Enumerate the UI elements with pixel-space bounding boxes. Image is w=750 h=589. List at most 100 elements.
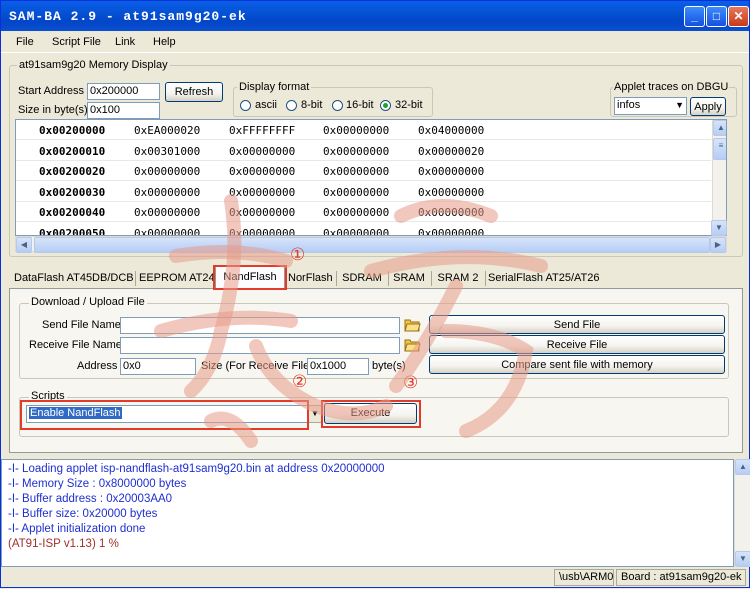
- tab-separator: [135, 271, 136, 286]
- row-value: 0x00000000: [134, 185, 201, 199]
- tab-sram[interactable]: SRAM: [391, 269, 427, 288]
- console-line: -I- Loading applet isp-nandflash-at91sam…: [8, 463, 385, 475]
- console-scroll-up-icon[interactable]: ▲: [735, 459, 750, 475]
- row-address: 0x00200010: [39, 144, 106, 158]
- refresh-button[interactable]: Refresh: [165, 82, 223, 102]
- address-input[interactable]: 0x0: [120, 358, 196, 375]
- row-value: 0x00000000: [134, 206, 201, 219]
- radio-16bit[interactable]: [332, 100, 343, 111]
- download-upload-label: Download / Upload File: [29, 296, 147, 308]
- scroll-h-thumb[interactable]: [34, 237, 710, 253]
- title-bar[interactable]: SAM-BA 2.9 - at91sam9g20-ek _ □ ✕: [1, 1, 749, 31]
- scripts-dropdown-arrow-icon[interactable]: ▼: [308, 405, 322, 423]
- tab-separator: [388, 271, 389, 286]
- menu-link[interactable]: Link: [115, 36, 135, 48]
- tab-eeprom[interactable]: EEPROM AT24: [139, 269, 215, 288]
- display-format-label: Display format: [237, 81, 312, 93]
- row-address: 0x00200000: [39, 124, 106, 137]
- radio-32bit-label: 32-bit: [395, 99, 423, 111]
- row-value: 0x00000000: [229, 226, 296, 236]
- row-value: 0x00000000: [323, 226, 390, 236]
- menu-file[interactable]: File: [16, 36, 34, 48]
- size-input[interactable]: 0x100: [87, 102, 160, 119]
- receive-file-input[interactable]: [120, 337, 400, 354]
- radio-ascii[interactable]: [240, 100, 251, 111]
- radio-16bit-label: 16-bit: [346, 99, 374, 111]
- tab-norflash[interactable]: NorFlash: [288, 269, 333, 288]
- row-address: 0x00200030: [39, 185, 106, 199]
- radio-ascii-label: ascii: [255, 99, 278, 111]
- table-row: 0x00200000 0xEA000020 0xFFFFFFFF 0x00000000…: [16, 120, 711, 140]
- console-line: -I- Buffer address : 0x20003AA0: [8, 493, 173, 505]
- tab-dataflash[interactable]: DataFlash AT45DB/DCB: [14, 269, 134, 288]
- tab-separator: [431, 271, 432, 286]
- radio-8bit[interactable]: [286, 100, 297, 111]
- table-row: 0x00200010 0x00301000 0x00000000 0x00000000…: [16, 141, 711, 161]
- start-address-label: Start Address :: [18, 85, 91, 97]
- annotation-box-2: [20, 400, 309, 430]
- sam-ba-window: SAM-BA 2.9 - at91sam9g20-ek _ □ ✕ File S…: [0, 0, 750, 588]
- row-value: 0x00000000: [323, 165, 390, 178]
- menu-bar: File Script File Link Help: [1, 31, 749, 53]
- applet-traces-value: infos: [617, 99, 641, 111]
- open-folder-icon[interactable]: [404, 316, 421, 333]
- row-address: 0x00200050: [39, 226, 106, 236]
- applet-traces-label: Applet traces on DBGU: [613, 81, 730, 93]
- annotation-number-2: ②: [292, 372, 308, 392]
- tab-sdram[interactable]: SDRAM: [340, 269, 384, 288]
- window-title: SAM-BA 2.9 - at91sam9g20-ek: [9, 9, 247, 24]
- row-value: 0x04000000: [418, 124, 485, 137]
- start-address-input[interactable]: 0x200000: [87, 83, 160, 100]
- table-row: 0x00200040 0x00000000 0x00000000 0x00000000…: [16, 202, 711, 222]
- send-file-button[interactable]: Send File: [429, 315, 725, 334]
- tab-serialflash[interactable]: SerialFlash AT25/AT26: [488, 269, 599, 288]
- receive-file-button[interactable]: Receive File: [429, 335, 725, 354]
- memory-table[interactable]: 0x00200000 0xEA000020 0xFFFFFFFF 0x00000000…: [15, 119, 727, 236]
- console-line: (AT91-ISP v1.13) 1 %: [8, 538, 119, 550]
- scroll-down-icon[interactable]: ▼: [711, 220, 727, 236]
- send-file-label: Send File Name :: [42, 319, 127, 331]
- vertical-scrollbar[interactable]: ▲ ≡: [712, 120, 726, 235]
- open-folder-icon[interactable]: [404, 336, 421, 353]
- close-icon[interactable]: ✕: [728, 6, 749, 27]
- annotation-box-1: [213, 265, 287, 290]
- row-value: 0x00000000: [418, 185, 485, 199]
- row-address: 0x00200020: [39, 165, 106, 178]
- radio-32bit[interactable]: [380, 100, 391, 111]
- annotation-number-1: ①: [290, 245, 306, 265]
- menu-script-file[interactable]: Script File: [52, 36, 101, 48]
- annotation-box-3: [321, 400, 421, 428]
- apply-button[interactable]: Apply: [690, 97, 726, 116]
- memory-display-label: at91sam9g20 Memory Display: [17, 59, 170, 71]
- send-file-input[interactable]: [120, 317, 400, 334]
- minimize-icon[interactable]: _: [684, 6, 705, 27]
- row-value: 0x00000000: [323, 124, 390, 137]
- scroll-thumb[interactable]: ≡: [713, 138, 726, 160]
- row-value: 0x00000000: [323, 144, 390, 158]
- table-row: 0x00200050 0x00000000 0x00000000 0x00000000…: [16, 223, 711, 236]
- compare-file-button[interactable]: Compare sent file with memory: [429, 355, 725, 374]
- applet-traces-select[interactable]: infos ▼: [614, 97, 687, 115]
- scroll-right-icon[interactable]: ▶: [710, 237, 726, 253]
- console-line: -I- Memory Size : 0x8000000 bytes: [8, 478, 187, 490]
- row-address: 0x00200040: [39, 206, 106, 219]
- row-value: 0x00000000: [229, 185, 296, 199]
- status-bar: \usb\ARM0 Board : at91sam9g20-ek: [1, 567, 749, 588]
- console-output[interactable]: -I- Loading applet isp-nandflash-at91sam…: [1, 459, 734, 567]
- row-value: 0x00301000: [134, 144, 201, 158]
- horizontal-scrollbar[interactable]: ◀ ▶: [15, 236, 727, 253]
- scroll-up-icon[interactable]: ▲: [713, 120, 726, 136]
- annotation-number-3: ③: [403, 373, 419, 393]
- console-scroll-down-icon[interactable]: ▼: [735, 551, 750, 567]
- tab-separator: [485, 271, 486, 286]
- row-value: 0x00000000: [418, 165, 485, 178]
- scroll-left-icon[interactable]: ◀: [16, 237, 32, 253]
- maximize-icon[interactable]: □: [706, 6, 727, 27]
- tab-sram2[interactable]: SRAM 2: [434, 269, 482, 288]
- menu-help[interactable]: Help: [153, 36, 176, 48]
- console-scrollbar[interactable]: ▲ ▼: [734, 459, 750, 567]
- tab-separator: [336, 271, 337, 286]
- dropdown-arrow-icon[interactable]: ▼: [675, 98, 684, 113]
- row-value: 0x00000000: [418, 206, 485, 219]
- receive-size-input[interactable]: 0x1000: [307, 358, 369, 375]
